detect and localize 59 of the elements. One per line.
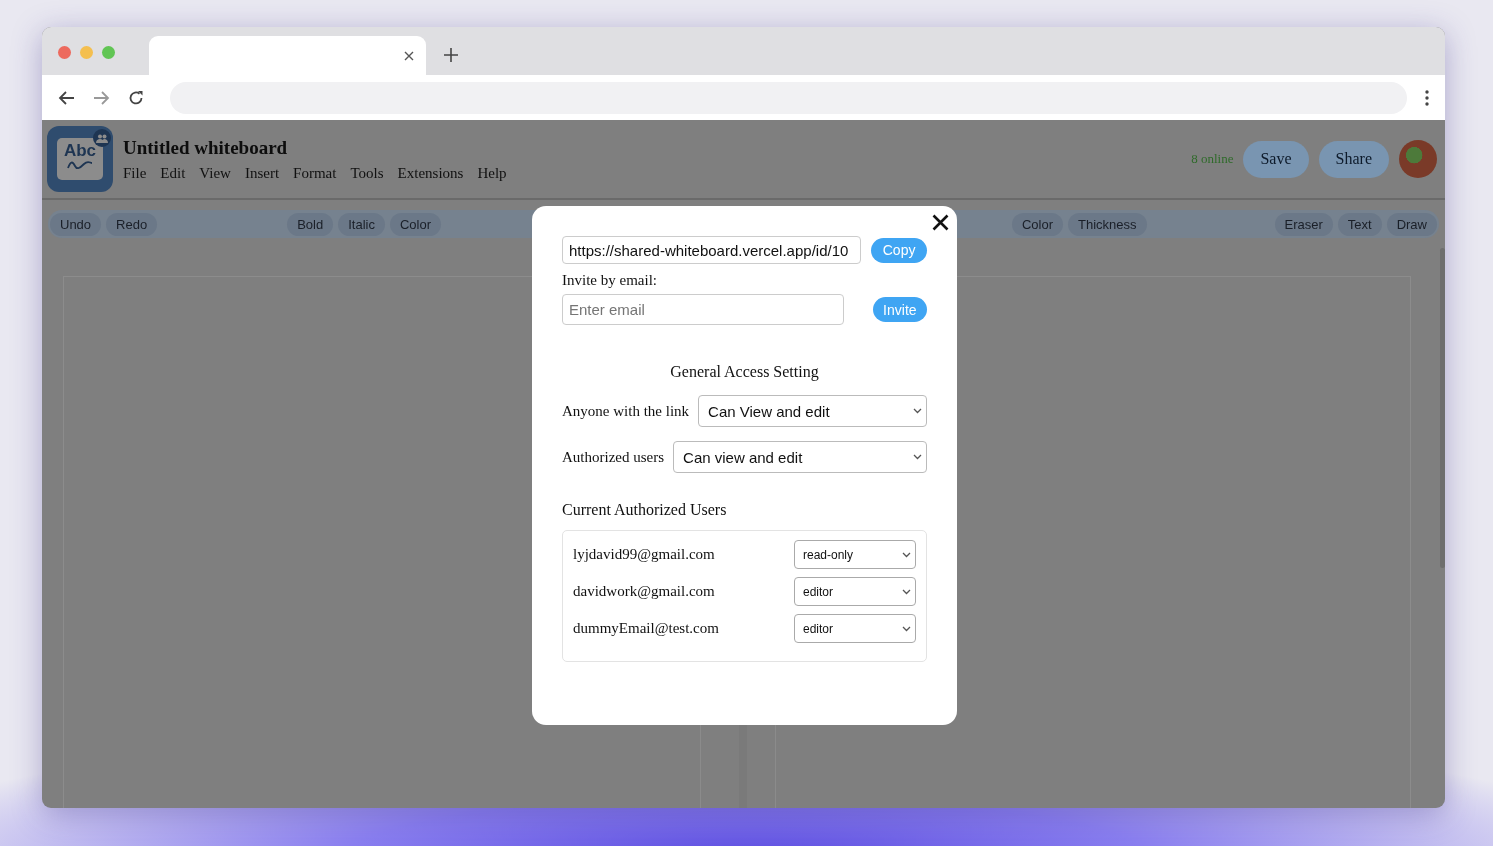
document-title[interactable]: Untitled whiteboard — [123, 136, 507, 159]
more-menu-icon[interactable] — [1425, 89, 1429, 106]
menu-item[interactable]: File — [123, 164, 147, 182]
menu-item[interactable]: Tools — [350, 164, 384, 182]
tool-button[interactable]: Bold — [287, 212, 334, 236]
chevron-down-icon — [913, 408, 922, 414]
tool-button[interactable]: Redo — [106, 212, 158, 236]
invite-label: Invite by email: — [562, 272, 658, 289]
online-count: 8 online — [1191, 151, 1234, 167]
header-button[interactable]: Share — [1318, 140, 1389, 178]
reload-icon[interactable] — [128, 89, 144, 106]
invite-button[interactable]: Invite — [872, 297, 927, 322]
tool-button[interactable]: Undo — [50, 212, 102, 236]
forward-arrow-icon[interactable] — [93, 90, 110, 105]
header-button[interactable]: Save — [1243, 140, 1309, 178]
link-field[interactable]: https://shared-whiteboard.vercel.app/id/10 — [562, 236, 862, 264]
menu-item[interactable]: Help — [477, 164, 507, 182]
access-label: Authorized users — [562, 448, 665, 466]
role-dropdown[interactable]: read-only — [794, 540, 916, 569]
menu-item[interactable]: Insert — [244, 164, 280, 182]
squiggle-icon — [66, 160, 94, 170]
user-email: dummyEmail@test.com — [573, 620, 719, 637]
scrollbar[interactable] — [1440, 248, 1445, 568]
menu-item[interactable]: Edit — [160, 164, 186, 182]
minimize-window-dot[interactable] — [80, 46, 93, 59]
close-window-dot[interactable] — [58, 46, 71, 59]
tool-button[interactable]: Color — [389, 212, 441, 236]
chevron-down-icon — [913, 454, 922, 460]
close-icon[interactable] — [932, 214, 949, 231]
plus-icon[interactable] — [444, 48, 458, 62]
access-dropdown[interactable]: Can View and edit — [698, 395, 927, 427]
role-dropdown[interactable]: editor — [794, 614, 916, 643]
user-email: davidwork@gmail.com — [573, 583, 715, 600]
tool-button[interactable]: Thickness — [1068, 212, 1147, 236]
logo-text: Abc — [63, 142, 97, 160]
people-icon — [96, 133, 108, 143]
access-label: Anyone with the link — [562, 402, 690, 420]
chevron-down-icon — [902, 625, 911, 632]
access-dropdown[interactable]: Can view and edit — [673, 441, 927, 473]
back-arrow-icon[interactable] — [58, 90, 75, 105]
menu-item[interactable]: Format — [293, 164, 337, 182]
menu-item[interactable]: Extensions — [397, 164, 464, 182]
tool-button[interactable]: Text — [1337, 212, 1382, 236]
chevron-down-icon — [902, 588, 911, 595]
email-field[interactable]: Enter email — [562, 294, 844, 325]
maximize-window-dot[interactable] — [102, 46, 115, 59]
tool-button[interactable]: Italic — [338, 212, 385, 236]
section-heading: General Access Setting — [669, 363, 820, 381]
menu-item[interactable]: View — [199, 164, 231, 182]
copy-button[interactable]: Copy — [871, 237, 927, 263]
close-icon[interactable] — [404, 50, 414, 61]
chevron-down-icon — [902, 551, 911, 558]
role-dropdown[interactable]: editor — [794, 577, 916, 606]
user-email: lyjdavid99@gmail.com — [573, 546, 715, 563]
tool-button[interactable]: Draw — [1386, 212, 1437, 236]
section-heading: Current Authorized Users — [562, 501, 728, 519]
tool-button[interactable]: Color — [1011, 212, 1063, 236]
tool-button[interactable]: Eraser — [1274, 212, 1333, 236]
avatar-photo[interactable] — [1399, 140, 1437, 178]
